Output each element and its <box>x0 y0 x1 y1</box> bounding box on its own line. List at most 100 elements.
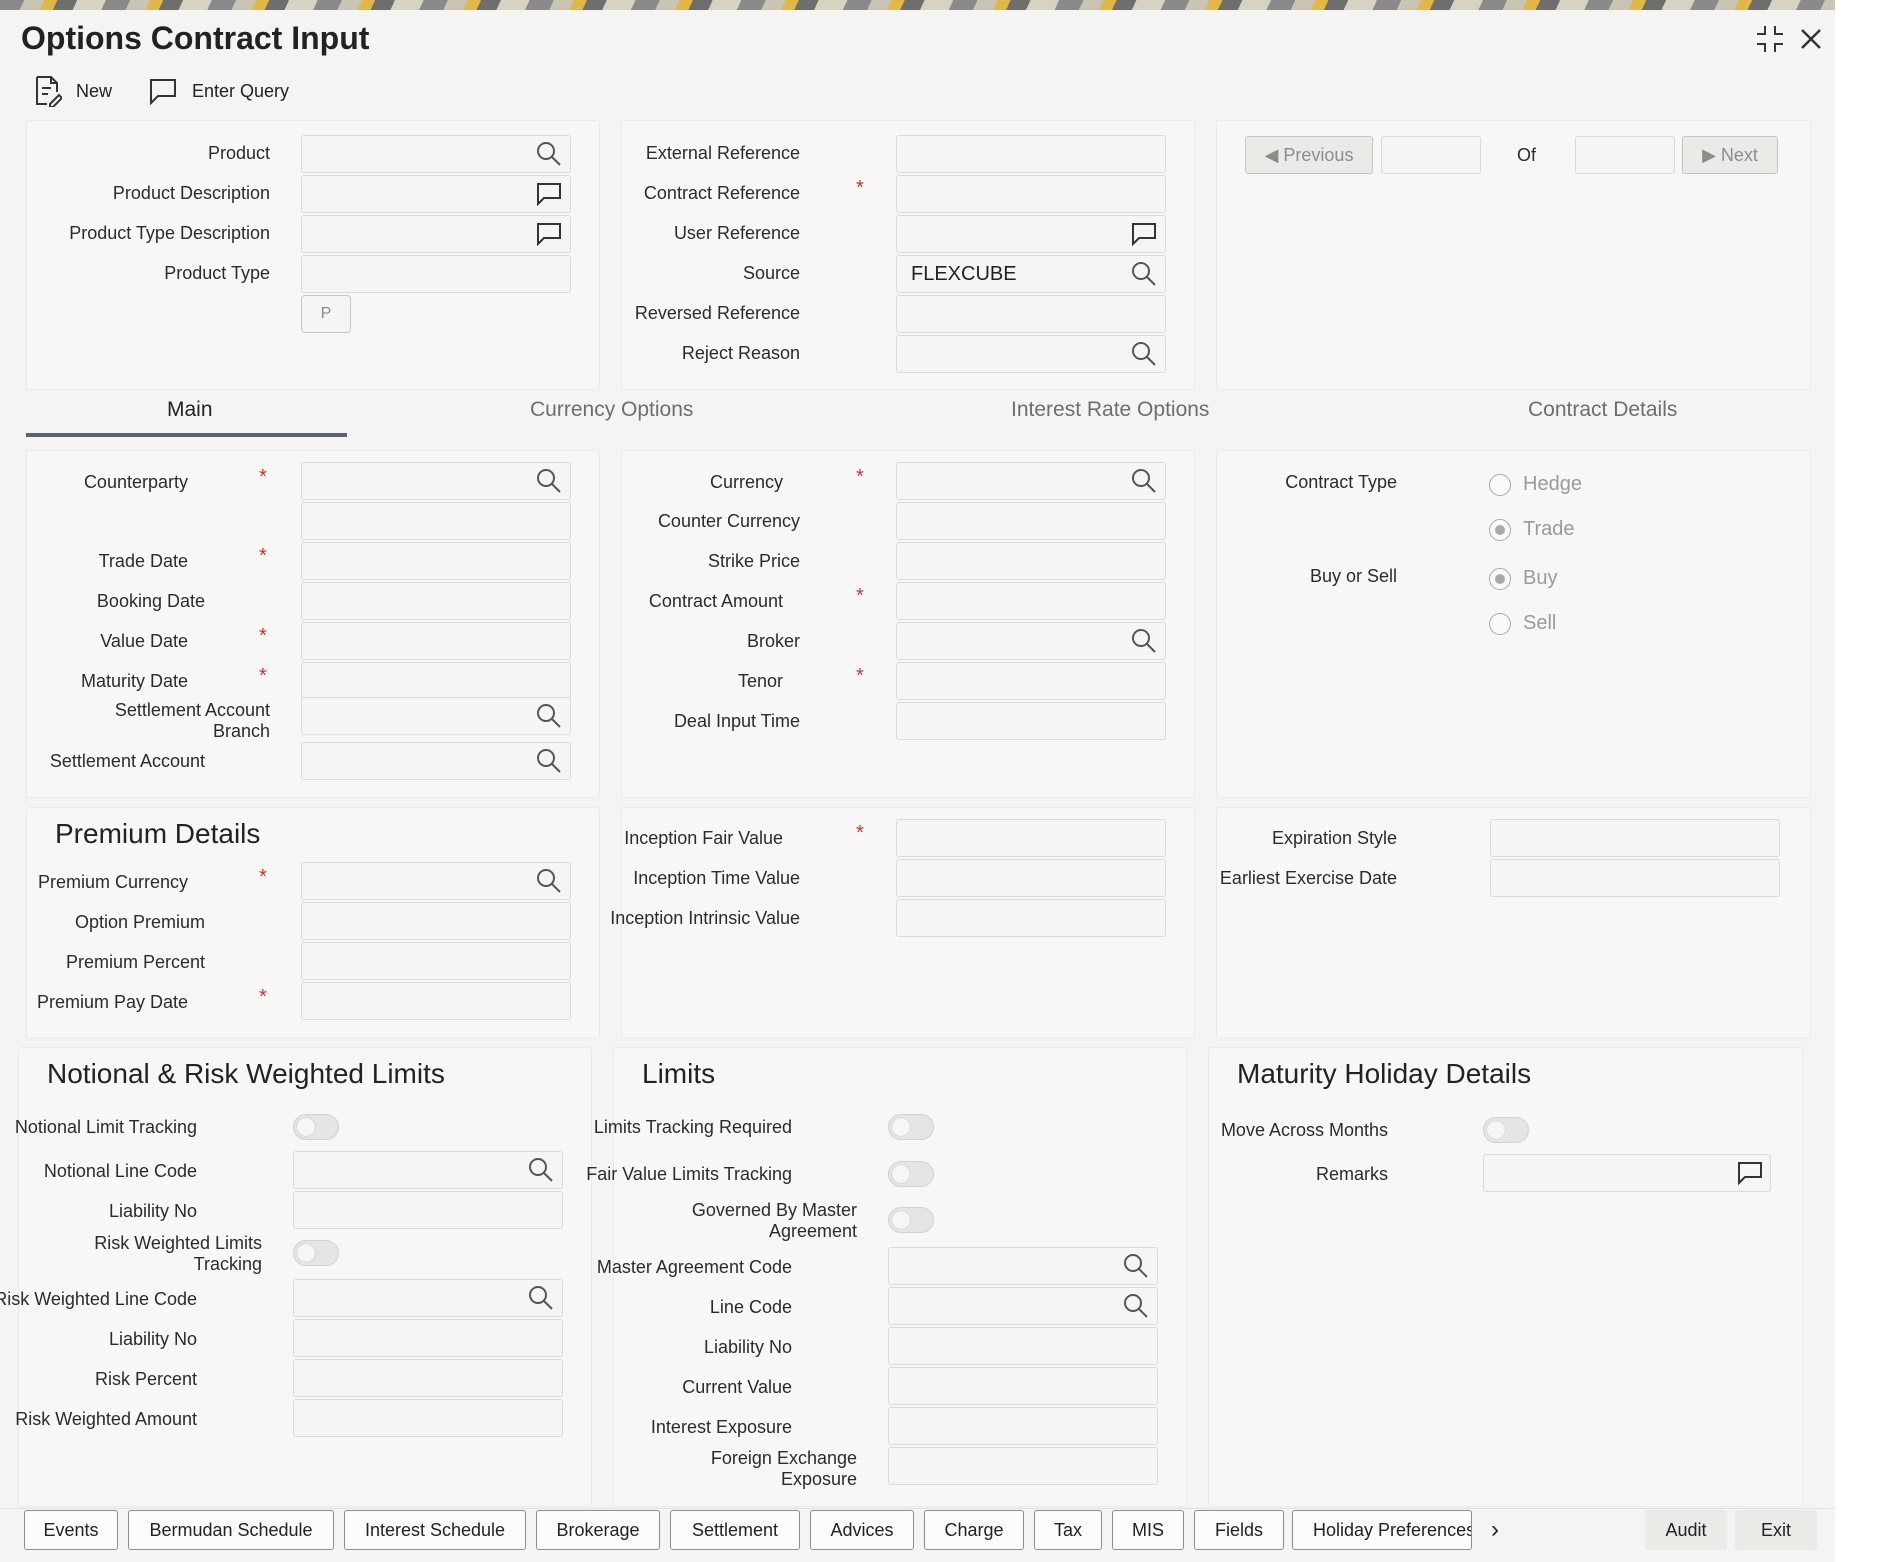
tab-currency-options[interactable]: Currency Options <box>530 398 693 422</box>
external-reference-field[interactable] <box>896 135 1166 173</box>
settlement-button[interactable]: Settlement <box>670 1510 800 1550</box>
holiday-preferences-button[interactable]: Holiday Preferences <box>1292 1510 1472 1550</box>
line-code-field[interactable] <box>888 1287 1158 1325</box>
new-button[interactable]: New <box>34 74 112 108</box>
search-icon[interactable] <box>1130 467 1158 495</box>
limits-tracking-required-toggle[interactable] <box>888 1114 934 1140</box>
value-date-field[interactable] <box>301 622 571 660</box>
search-icon[interactable] <box>1130 340 1158 368</box>
interest-schedule-button[interactable]: Interest Schedule <box>344 1510 526 1550</box>
search-icon[interactable] <box>535 867 563 895</box>
risk-weighted-amount-field[interactable] <box>293 1399 563 1437</box>
p-button[interactable]: P <box>301 295 351 333</box>
brokerage-button[interactable]: Brokerage <box>536 1510 660 1550</box>
advices-button[interactable]: Advices <box>810 1510 914 1550</box>
charge-button[interactable]: Charge <box>924 1510 1024 1550</box>
mis-button[interactable]: MIS <box>1112 1510 1184 1550</box>
earliest-exercise-date-field[interactable] <box>1490 859 1780 897</box>
total-records-field[interactable] <box>1575 136 1675 174</box>
liability-no-field[interactable] <box>888 1327 1158 1365</box>
option-premium-field[interactable] <box>301 902 571 940</box>
inception-time-value-field[interactable] <box>896 859 1166 897</box>
risk-weighted-limits-tracking-toggle[interactable] <box>293 1240 339 1266</box>
source-field[interactable] <box>896 255 1166 293</box>
comment-icon[interactable] <box>1130 220 1158 248</box>
current-record-field[interactable] <box>1381 136 1481 174</box>
reversed-reference-field[interactable] <box>896 295 1166 333</box>
tab-interest-rate-options[interactable]: Interest Rate Options <box>1011 398 1209 422</box>
search-icon[interactable] <box>527 1284 555 1312</box>
search-icon[interactable] <box>535 747 563 775</box>
events-button[interactable]: Events <box>24 1510 118 1550</box>
product-description-field[interactable] <box>301 175 571 213</box>
contract-reference-field[interactable] <box>896 175 1166 213</box>
comment-icon[interactable] <box>535 180 563 208</box>
product-type-field[interactable] <box>301 255 571 293</box>
strike-price-field[interactable] <box>896 542 1166 580</box>
radio-hedge[interactable]: Hedge <box>1489 473 1582 496</box>
foreign-exchange-exposure-field[interactable] <box>888 1447 1158 1485</box>
liability-no-field[interactable] <box>293 1319 563 1357</box>
enter-query-button[interactable]: Enter Query <box>148 74 289 108</box>
comment-icon[interactable] <box>535 220 563 248</box>
risk-weighted-line-code-field[interactable] <box>293 1279 563 1317</box>
radio-trade[interactable]: Trade <box>1489 518 1575 541</box>
search-icon[interactable] <box>1130 627 1158 655</box>
tax-button[interactable]: Tax <box>1034 1510 1102 1550</box>
counterparty-name-field[interactable] <box>301 502 571 540</box>
fair-value-limits-tracking-toggle[interactable] <box>888 1161 934 1187</box>
premium-percent-field[interactable] <box>301 942 571 980</box>
radio-buy[interactable]: Buy <box>1489 567 1557 590</box>
comment-icon[interactable] <box>1736 1159 1764 1187</box>
governed-by-master-agreement-toggle[interactable] <box>888 1207 934 1233</box>
tab-contract-details[interactable]: Contract Details <box>1528 398 1677 422</box>
audit-button[interactable]: Audit <box>1645 1510 1727 1550</box>
contract-amount-field[interactable] <box>896 582 1166 620</box>
premium-pay-date-field[interactable] <box>301 982 571 1020</box>
search-icon[interactable] <box>1122 1292 1150 1320</box>
user-reference-field[interactable] <box>896 215 1166 253</box>
currency-field[interactable] <box>896 462 1166 500</box>
notional-line-code-field[interactable] <box>293 1151 563 1189</box>
search-icon[interactable] <box>535 467 563 495</box>
search-icon[interactable] <box>535 702 563 730</box>
move-across-months-toggle[interactable] <box>1483 1117 1529 1143</box>
exit-button[interactable]: Exit <box>1735 1510 1817 1550</box>
tenor-field[interactable] <box>896 662 1166 700</box>
interest-exposure-field[interactable] <box>888 1407 1158 1445</box>
chevron-right-icon[interactable]: › <box>1478 1510 1512 1550</box>
close-icon[interactable] <box>1794 22 1828 56</box>
premium-currency-field[interactable] <box>301 862 571 900</box>
trade-date-field[interactable] <box>301 542 571 580</box>
deal-input-time-field[interactable] <box>896 702 1166 740</box>
risk-percent-field[interactable] <box>293 1359 563 1397</box>
search-icon[interactable] <box>1122 1252 1150 1280</box>
search-icon[interactable] <box>535 140 563 168</box>
remarks-field[interactable] <box>1483 1154 1771 1192</box>
tab-main[interactable]: Main <box>167 398 213 422</box>
booking-date-field[interactable] <box>301 582 571 620</box>
next-button[interactable]: ▶ Next <box>1682 136 1778 174</box>
settlement-account-field[interactable] <box>301 742 571 780</box>
product-type-description-field[interactable] <box>301 215 571 253</box>
master-agreement-code-field[interactable] <box>888 1247 1158 1285</box>
broker-field[interactable] <box>896 622 1166 660</box>
inception-fair-value-field[interactable] <box>896 819 1166 857</box>
minimize-icon[interactable] <box>1753 22 1787 56</box>
search-icon[interactable] <box>1130 260 1158 288</box>
inception-intrinsic-value-field[interactable] <box>896 899 1166 937</box>
product-field[interactable] <box>301 135 571 173</box>
current-value-field[interactable] <box>888 1367 1158 1405</box>
radio-sell[interactable]: Sell <box>1489 612 1556 635</box>
counterparty-field[interactable] <box>301 462 571 500</box>
counter-currency-field[interactable] <box>896 502 1166 540</box>
expiration-style-field[interactable] <box>1490 819 1780 857</box>
bermudan-schedule-button[interactable]: Bermudan Schedule <box>128 1510 334 1550</box>
reject-reason-field[interactable] <box>896 335 1166 373</box>
notional-limit-tracking-toggle[interactable] <box>293 1114 339 1140</box>
maturity-date-field[interactable] <box>301 662 571 700</box>
liability-no-field[interactable] <box>293 1191 563 1229</box>
search-icon[interactable] <box>527 1156 555 1184</box>
previous-button[interactable]: ◀ Previous <box>1245 136 1373 174</box>
settlement-account-branch-field[interactable] <box>301 697 571 735</box>
